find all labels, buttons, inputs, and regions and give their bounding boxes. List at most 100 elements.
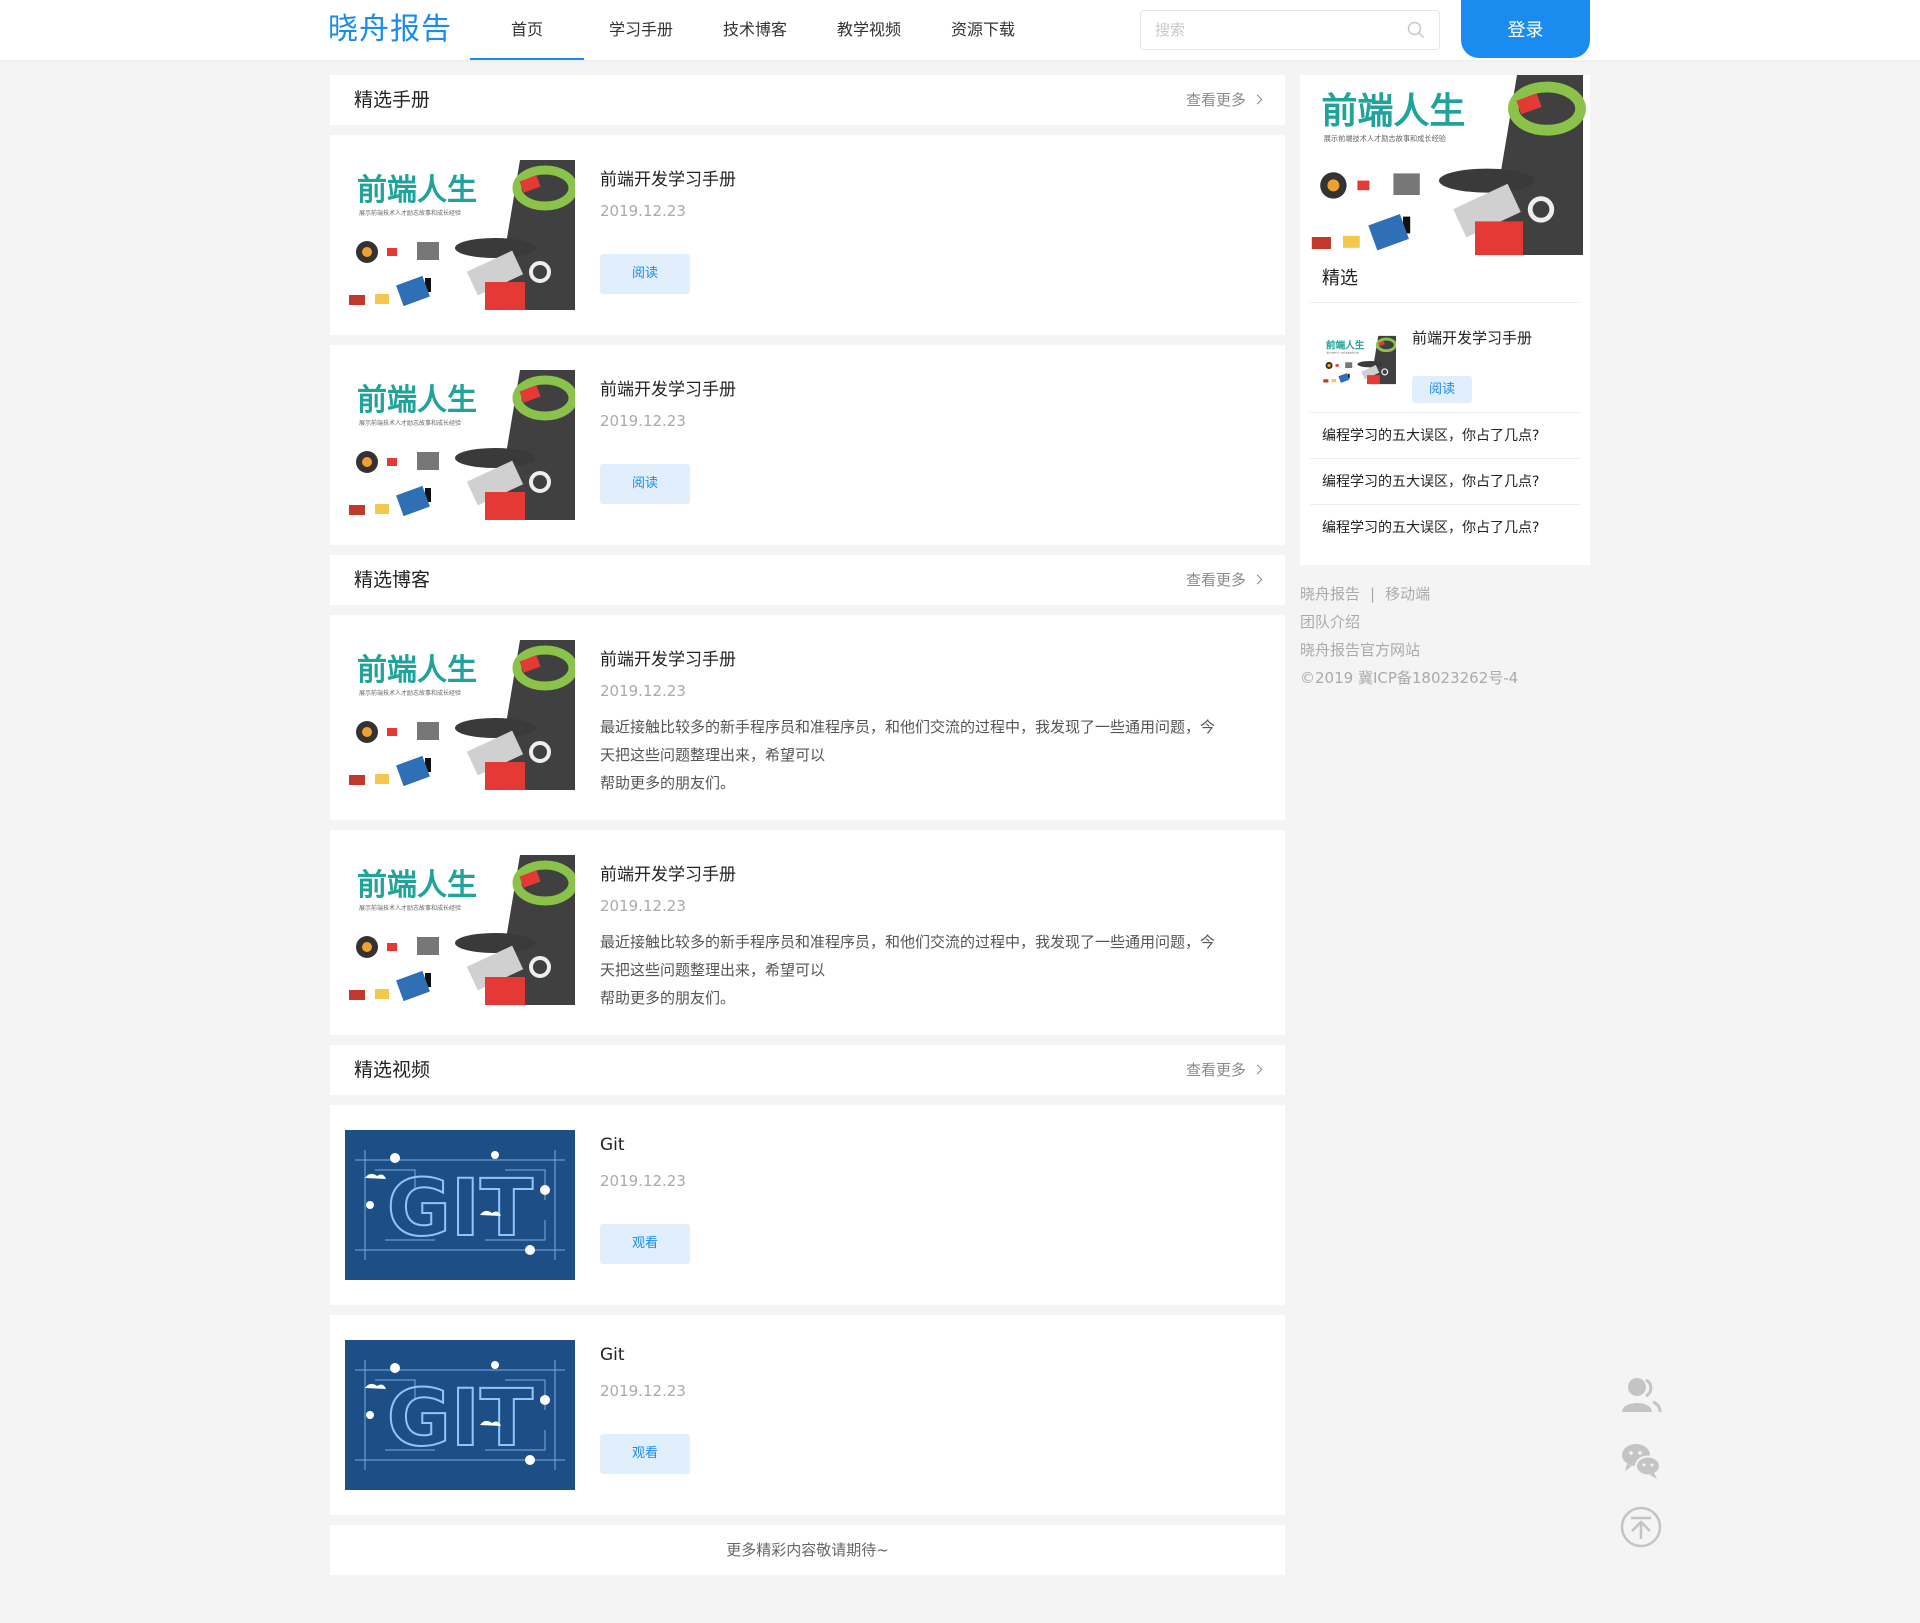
- footer-copyright: ©2019 冀ICP备18023262号-4: [1300, 669, 1519, 687]
- git-cover-image: GIT: [345, 1340, 575, 1490]
- view-more-link[interactable]: 查看更多: [1185, 1045, 1263, 1095]
- sidebar-article-link[interactable]: 编程学习的五大误区，你占了几点?: [1310, 459, 1580, 505]
- card-thumbnail[interactable]: 前端人生 展示前端技术人才励志故事和成长经验: [345, 160, 575, 310]
- cover-brand-text: 前端人生: [357, 383, 477, 418]
- card-title[interactable]: 前端开发学习手册: [600, 645, 736, 670]
- search-icon[interactable]: [1407, 21, 1425, 39]
- login-button[interactable]: 登录: [1461, 0, 1590, 58]
- footer-link-home[interactable]: 晓舟报告: [1300, 585, 1360, 603]
- watch-button[interactable]: 观看: [600, 1224, 690, 1264]
- cover-git-text: GIT: [387, 1374, 533, 1464]
- desc-line: 天把这些问题整理出来，希望可以: [600, 961, 826, 979]
- read-button[interactable]: 阅读: [1412, 376, 1472, 403]
- cover-brand-text: 前端人生: [1326, 340, 1365, 352]
- nav-handbook[interactable]: 学习手册: [584, 0, 698, 60]
- desc-line: 天把这些问题整理出来，希望可以: [600, 746, 826, 764]
- chevron-right-icon: [1252, 1064, 1263, 1075]
- card-thumbnail[interactable]: 前端人生 展示前端技术人才励志故事和成长经验: [345, 370, 575, 520]
- nav-home[interactable]: 首页: [470, 0, 584, 60]
- blog-card[interactable]: 前端人生 展示前端技术人才励志故事和成长经验 前端开发学习手册 2019.12.…: [330, 615, 1285, 820]
- section-title: 精选视频: [354, 1059, 431, 1081]
- card-title[interactable]: Git: [600, 1135, 625, 1155]
- view-more-link[interactable]: 查看更多: [1185, 75, 1263, 125]
- card-thumbnail[interactable]: 前端人生 展示前端技术人才励志故事和成长经验: [345, 640, 575, 790]
- card-title[interactable]: 前端开发学习手册: [600, 165, 736, 190]
- sidebar-article-link[interactable]: 编程学习的五大误区，你占了几点?: [1310, 413, 1580, 459]
- card-thumbnail[interactable]: GIT: [345, 1130, 575, 1280]
- cover-brand-text: 前端人生: [1321, 91, 1465, 132]
- frontend-life-cover-image: 前端人生 展示前端技术人才励志故事和成长经验: [345, 160, 575, 310]
- cover-brand-subtitle: 展示前端技术人才励志故事和成长经验: [359, 904, 461, 912]
- section-title: 精选博客: [354, 569, 431, 591]
- sidebar-thumbnail[interactable]: 前端人生 展示前端技术人才励志故事和成长经验: [1322, 321, 1396, 399]
- view-more-link[interactable]: 查看更多: [1185, 555, 1263, 605]
- handbook-card[interactable]: 前端人生 展示前端技术人才励志故事和成长经验 前端开发学习手册 2019.12.…: [330, 345, 1285, 545]
- desc-line: 帮助更多的朋友们。: [600, 774, 736, 792]
- footer-link-team[interactable]: 团队介绍: [1300, 608, 1590, 636]
- search-box: [1140, 10, 1440, 50]
- search-input[interactable]: [1141, 11, 1381, 49]
- card-thumbnail[interactable]: 前端人生 展示前端技术人才励志故事和成长经验: [345, 855, 575, 1005]
- card-date: 2019.12.23: [600, 897, 686, 915]
- cover-brand-subtitle: 展示前端技术人才励志故事和成长经验: [359, 689, 461, 697]
- card-title[interactable]: 前端开发学习手册: [600, 375, 736, 400]
- site-footer-info: 晓舟报告 | 移动端 团队介绍 晓舟报告官方网站 ©2019 冀ICP备180232…: [1300, 580, 1590, 692]
- read-button[interactable]: 阅读: [600, 254, 690, 294]
- desc-line: 最近接触比较多的新手程序员和准程序员，和他们交流的过程中，我发现了一些通用问题，…: [600, 718, 1216, 736]
- video-card[interactable]: GIT Git 2019.12.23 观看: [330, 1105, 1285, 1305]
- sidebar-featured-title[interactable]: 前端开发学习手册: [1412, 327, 1532, 348]
- cover-brand-text: 前端人生: [357, 173, 477, 208]
- card-description: 最近接触比较多的新手程序员和准程序员，和他们交流的过程中，我发现了一些通用问题，…: [600, 928, 1265, 1012]
- video-card[interactable]: GIT Git 2019.12.23 观看: [330, 1315, 1285, 1515]
- sidebar: 前端人生 展示前端技术人才励志故事和成长经验 精选 前端人生 展示前端技术人才励…: [1300, 75, 1590, 565]
- sidebar-article-link[interactable]: 编程学习的五大误区，你占了几点?: [1310, 505, 1580, 551]
- chevron-right-icon: [1252, 574, 1263, 585]
- footer-link-mobile[interactable]: 移动端: [1385, 585, 1430, 603]
- handbook-card[interactable]: 前端人生 展示前端技术人才励志故事和成长经验 前端开发学习手册 2019.12.…: [330, 135, 1285, 335]
- read-button[interactable]: 阅读: [600, 464, 690, 504]
- chevron-right-icon: [1252, 94, 1263, 105]
- desc-line: 帮助更多的朋友们。: [600, 989, 736, 1007]
- view-more-label: 查看更多: [1185, 91, 1246, 109]
- card-title[interactable]: 前端开发学习手册: [600, 860, 736, 885]
- card-date: 2019.12.23: [600, 412, 686, 430]
- card-date: 2019.12.23: [600, 682, 686, 700]
- footer-link-site[interactable]: 晓舟报告官方网站: [1300, 636, 1590, 664]
- card-title[interactable]: Git: [600, 1345, 625, 1365]
- blog-section-header: 精选博客 查看更多: [330, 555, 1285, 605]
- sidebar-featured-item[interactable]: 前端人生 展示前端技术人才励志故事和成长经验 前端开发学习手册 阅读: [1310, 303, 1580, 413]
- back-to-top-icon[interactable]: [1620, 1506, 1662, 1548]
- watch-button[interactable]: 观看: [600, 1434, 690, 1474]
- frontend-life-cover-image: 前端人生 展示前端技术人才励志故事和成长经验: [345, 370, 575, 520]
- cover-brand-subtitle: 展示前端技术人才励志故事和成长经验: [1324, 134, 1446, 143]
- blog-card[interactable]: 前端人生 展示前端技术人才励志故事和成长经验 前端开发学习手册 2019.12.…: [330, 830, 1285, 1035]
- more-coming-footer: 更多精彩内容敬请期待~: [330, 1525, 1285, 1575]
- card-thumbnail[interactable]: GIT: [345, 1340, 575, 1490]
- footer-separator: |: [1370, 585, 1376, 603]
- view-more-label: 查看更多: [1185, 1061, 1246, 1079]
- main-nav: 首页 学习手册 技术博客 教学视频 资源下载: [470, 0, 1040, 60]
- sidebar-title: 精选: [1310, 255, 1580, 303]
- view-more-label: 查看更多: [1185, 571, 1246, 589]
- git-cover-image: GIT: [345, 1130, 575, 1280]
- cover-brand-text: 前端人生: [357, 653, 477, 688]
- main-content: 精选手册 查看更多 前端人生 展示前端技术人才励志故事和成长经验 前端开发学习手…: [330, 75, 1285, 1575]
- card-date: 2019.12.23: [600, 202, 686, 220]
- wechat-icon[interactable]: [1620, 1440, 1662, 1482]
- section-title: 精选手册: [354, 89, 431, 111]
- contact-icon[interactable]: [1620, 1374, 1662, 1416]
- top-header: 晓舟报告 首页 学习手册 技术博客 教学视频 资源下载 登录: [0, 0, 1920, 60]
- sidebar-padding: [1300, 551, 1590, 565]
- site-logo[interactable]: 晓舟报告: [328, 10, 452, 50]
- card-date: 2019.12.23: [600, 1172, 686, 1190]
- nav-blog[interactable]: 技术博客: [698, 0, 812, 60]
- nav-download[interactable]: 资源下载: [926, 0, 1040, 60]
- handbook-section-header: 精选手册 查看更多: [330, 75, 1285, 125]
- frontend-life-cover-image: 前端人生 展示前端技术人才励志故事和成长经验: [1307, 75, 1586, 255]
- frontend-life-cover-image: 前端人生 展示前端技术人才励志故事和成长经验: [1322, 335, 1396, 385]
- footer-links-row: 晓舟报告 | 移动端: [1300, 580, 1590, 608]
- sidebar-banner[interactable]: 前端人生 展示前端技术人才励志故事和成长经验: [1300, 75, 1590, 255]
- desc-line: 最近接触比较多的新手程序员和准程序员，和他们交流的过程中，我发现了一些通用问题，…: [600, 933, 1216, 951]
- card-description: 最近接触比较多的新手程序员和准程序员，和他们交流的过程中，我发现了一些通用问题，…: [600, 713, 1265, 797]
- nav-video[interactable]: 教学视频: [812, 0, 926, 60]
